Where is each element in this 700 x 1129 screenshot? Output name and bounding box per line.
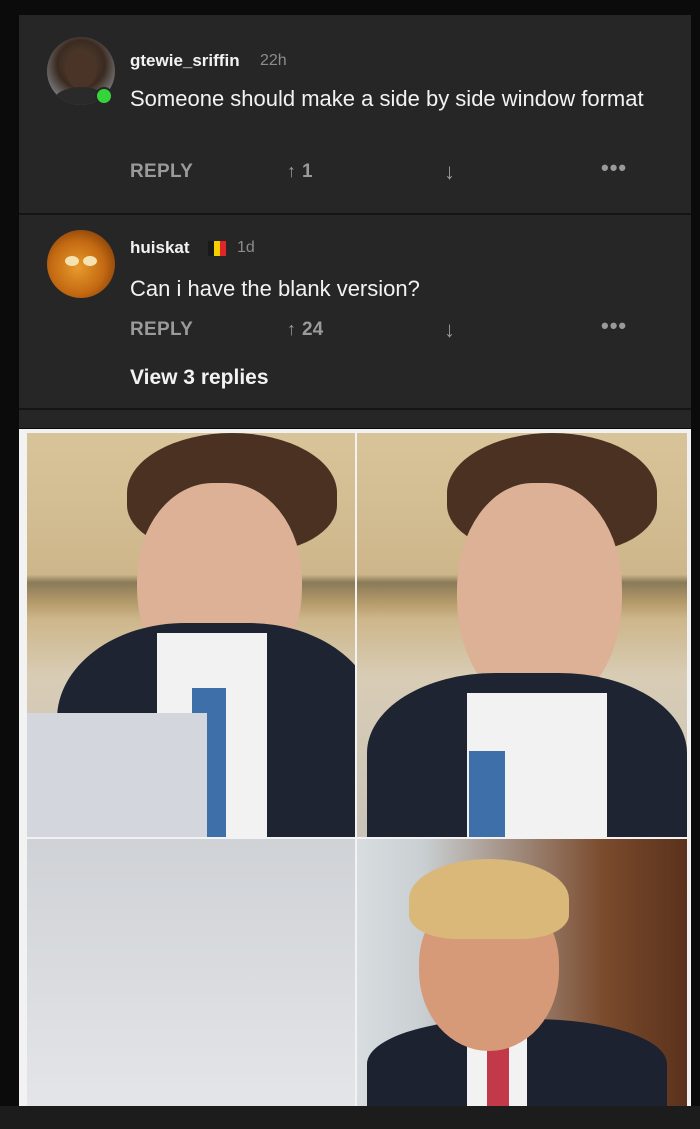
- upvote-icon: ↑: [287, 319, 296, 339]
- comment-actions: REPLY ↑ 1 ↓ •••: [130, 155, 650, 189]
- president-hair: [409, 859, 569, 939]
- comment-actions: REPLY ↑ 24 ↓ •••: [130, 313, 650, 347]
- meme-panel-bottom-right: [357, 839, 687, 1106]
- view-replies-link[interactable]: View 3 replies: [130, 366, 269, 390]
- comment-separator: [19, 408, 691, 410]
- meme-panel-top-right: [357, 433, 687, 837]
- reporter-tie: [469, 751, 505, 837]
- avatar-face: [65, 49, 97, 89]
- comment-username[interactable]: huiskat: [130, 238, 190, 258]
- flag-stripe-red: [220, 241, 226, 256]
- upvote-icon: ↑: [287, 161, 296, 181]
- comment-text: Someone should make a side by side windo…: [130, 86, 644, 111]
- avatar-eye: [65, 256, 79, 266]
- downvote-icon[interactable]: ↓: [444, 159, 455, 185]
- bottom-bar: [0, 1106, 700, 1129]
- upvote-button[interactable]: ↑ 24: [287, 319, 323, 341]
- comment-username[interactable]: gtewie_sriffin: [130, 51, 240, 71]
- meme-image[interactable]: [19, 429, 691, 1106]
- avatar-eye: [83, 256, 97, 266]
- upvote-button[interactable]: ↑ 1: [287, 161, 313, 183]
- reporter-paper: [27, 713, 207, 837]
- online-status-icon: [95, 87, 113, 105]
- comment-separator: [19, 213, 691, 215]
- downvote-icon[interactable]: ↓: [444, 317, 455, 343]
- blank-screen: [27, 839, 355, 1106]
- belgium-flag-icon: [208, 241, 226, 256]
- more-options-icon[interactable]: •••: [601, 313, 627, 339]
- meme-panel-top-left: [27, 433, 355, 837]
- upvote-count: 1: [302, 161, 313, 182]
- comment-thread: gtewie_sriffin 22h Someone should make a…: [19, 15, 691, 428]
- more-options-icon[interactable]: •••: [601, 155, 627, 181]
- upvote-count: 24: [302, 319, 324, 340]
- meme-panel-bottom-left: [27, 839, 355, 1106]
- president-tie: [487, 1044, 509, 1106]
- user-avatar[interactable]: [47, 230, 115, 298]
- reply-button[interactable]: REPLY: [130, 161, 193, 183]
- comment-text: Can i have the blank version?: [130, 276, 420, 301]
- comment-1: gtewie_sriffin 22h Someone should make a…: [19, 15, 691, 213]
- comment-time: 1d: [237, 239, 255, 256]
- comment-time: 22h: [260, 52, 287, 69]
- reply-button[interactable]: REPLY: [130, 319, 193, 341]
